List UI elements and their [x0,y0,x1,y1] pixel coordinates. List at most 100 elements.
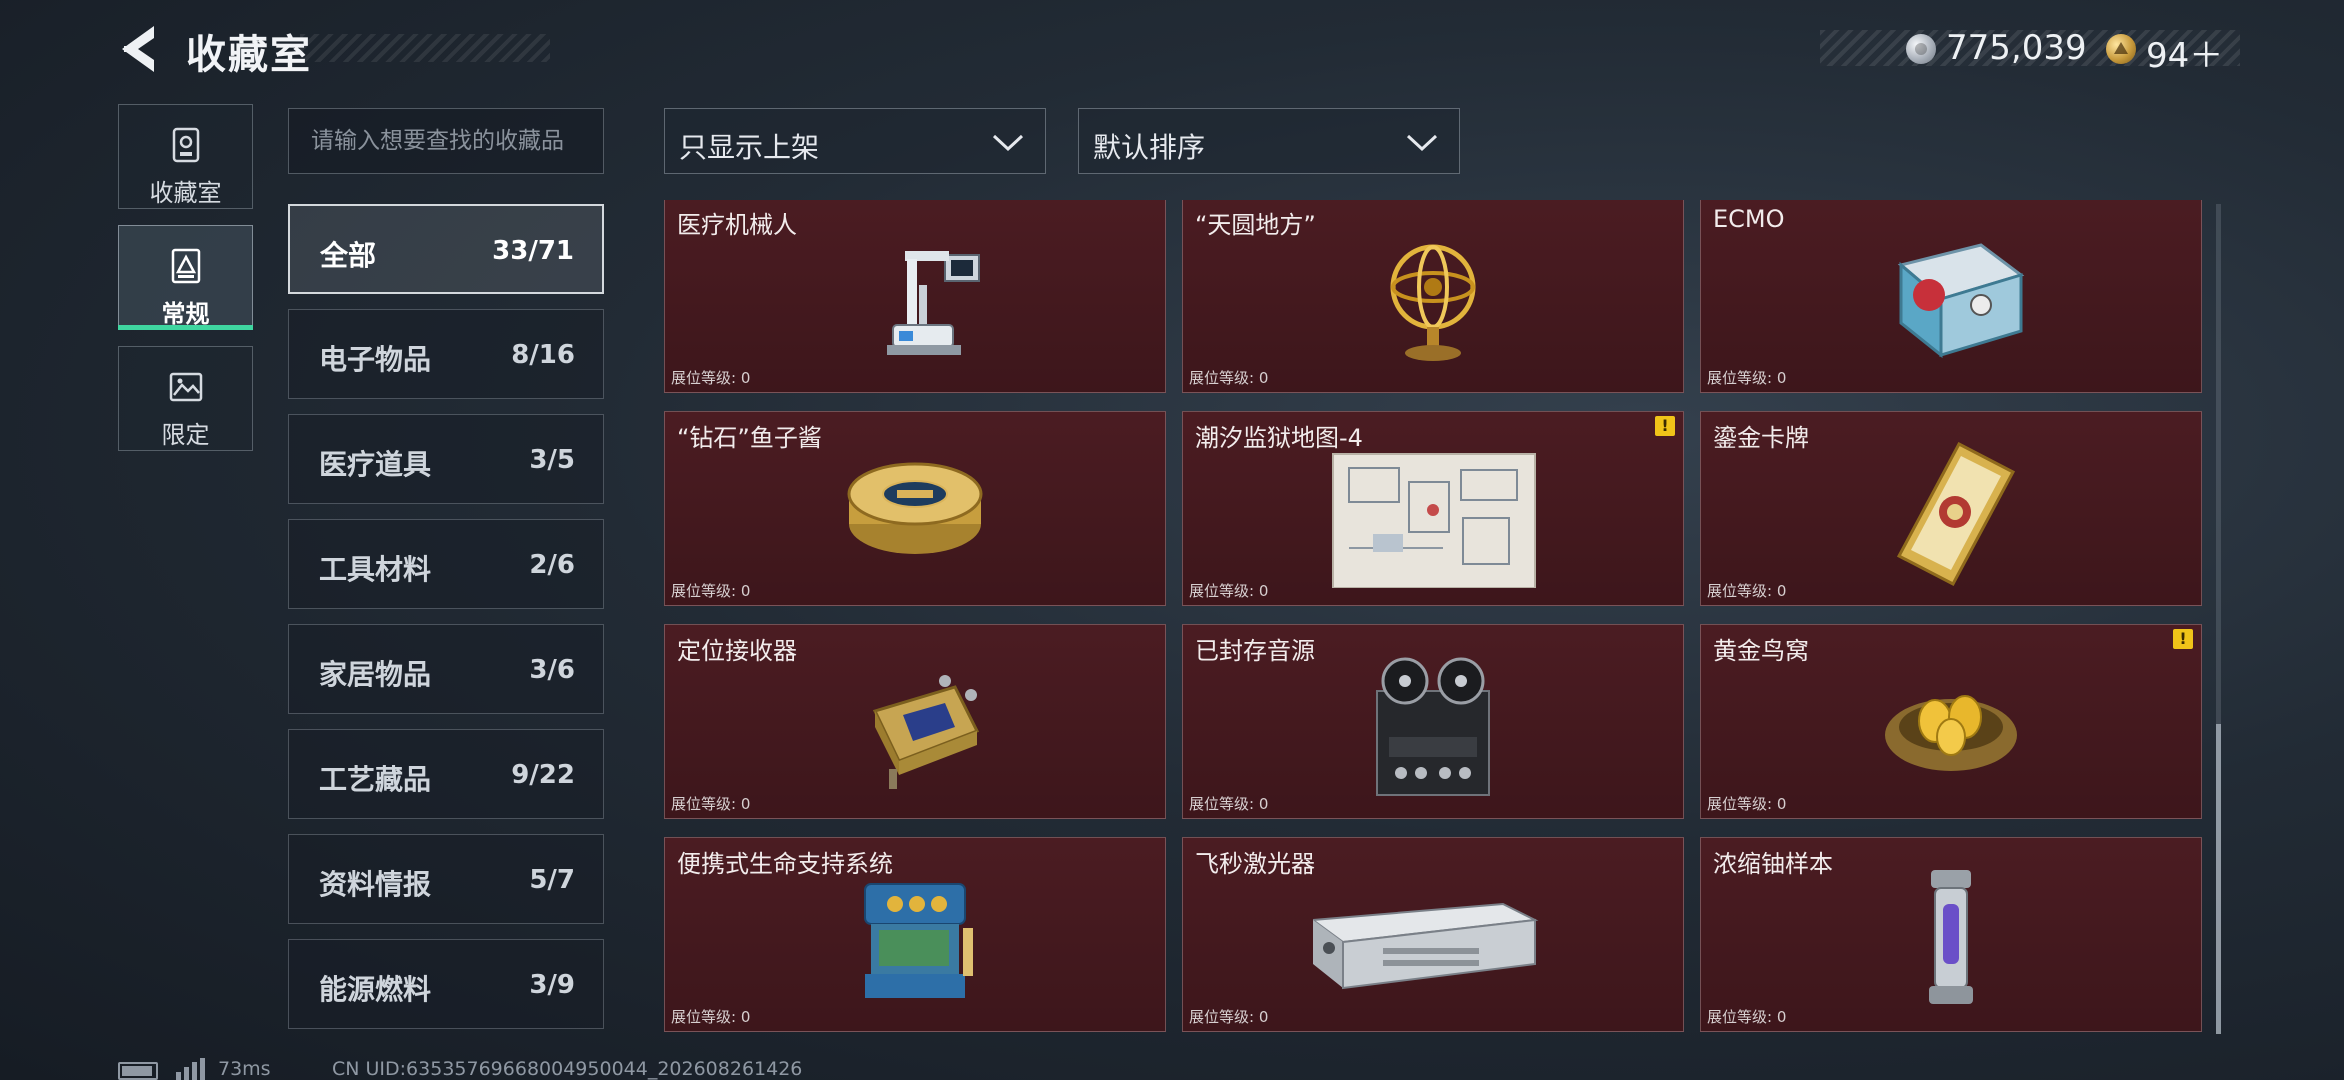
item-card-enriched-uranium[interactable]: 浓缩铀样本 展位等级: 0 [1700,837,2202,1032]
item-card-femtosecond-laser[interactable]: 飞秒激光器 展位等级: 0 [1182,837,1684,1032]
gold-coin-icon [2106,34,2136,64]
item-name: 浓缩铀样本 [1713,850,1833,878]
item-level: 展位等级: 0 [671,795,751,813]
armillary-sphere-icon [1390,244,1476,361]
tape-recorder-icon [1376,657,1490,796]
item-name: 鎏金卡牌 [1713,424,1809,452]
category-intel[interactable]: 资料情报 5/7 [288,834,604,924]
item-card-ecmo[interactable]: ECMO 展位等级: 0 [1700,200,2202,393]
silver-coin-icon [1906,34,1936,64]
item-name: 定位接收器 [677,637,797,665]
back-button[interactable] [116,22,166,76]
picture-icon [169,372,202,402]
page-title: 收藏室 [186,32,312,78]
item-card-caviar[interactable]: “钻石”鱼子酱 展位等级: 0 [664,411,1166,606]
category-count: 33/71 [492,236,574,266]
grid-scrollbar[interactable] [2216,204,2221,1034]
medical-robot-icon [887,251,980,355]
rail-label: 常规 [161,300,210,328]
rail-label: 限定 [161,421,210,449]
rail-item-limited[interactable]: 限定 [118,346,253,451]
item-name: 黄金鸟窝 [1713,637,1809,665]
category-label: 全部 [320,239,377,272]
item-level: 展位等级: 0 [1707,1008,1787,1026]
collection-screen: 收藏室 775,039 94＋ 收藏室 常规 限定 请输入想要查找的收藏品 全部… [0,0,2344,1080]
item-name: 已封存音源 [1195,637,1315,665]
search-input[interactable] [289,109,603,173]
map-icon [1332,453,1536,588]
item-level: 展位等级: 0 [1189,369,1269,387]
uranium-canister-icon [1929,870,1973,1004]
item-level: 展位等级: 0 [1189,795,1269,813]
category-household[interactable]: 家居物品 3/6 [288,624,604,714]
scroll-thumb[interactable] [2216,724,2221,1034]
gold-currency-amount[interactable]: 94＋ [2146,28,2223,77]
category-label: 工具材料 [319,553,432,586]
sort-dropdown[interactable]: 默认排序 [1078,108,1460,174]
category-all[interactable]: 全部 33/71 [288,204,604,294]
ecmo-machine-icon [1897,243,2025,359]
receiver-icon [872,675,980,789]
item-level: 展位等级: 0 [671,1008,751,1026]
item-level: 展位等级: 0 [1707,369,1787,387]
sort-dropdown-label: 默认排序 [1093,131,1206,164]
item-name: 飞秒激光器 [1195,850,1315,878]
item-level: 展位等级: 0 [1707,795,1787,813]
collection-icon [171,248,200,284]
battery-icon [118,1062,158,1080]
item-card-portable-life-support[interactable]: 便携式生命支持系统 展位等级: 0 [664,837,1166,1032]
filter-dropdown[interactable]: 只显示上架 [664,108,1046,174]
uid-text: CN UID:635357696680049500​44_20260826142… [332,1058,803,1080]
item-card-positioning-receiver[interactable]: 定位接收器 展位等级: 0 [664,624,1166,819]
filter-dropdown-label: 只显示上架 [679,131,820,164]
item-card-tide-prison-map[interactable]: 潮汐监狱地图-4 ! 展位等级: 0 [1182,411,1684,606]
category-energy[interactable]: 能源燃料 3/9 [288,939,604,1029]
category-count: 8/16 [511,340,575,370]
category-count: 9/22 [511,760,575,790]
rail-label: 收藏室 [149,179,222,207]
laser-device-icon [1313,902,1539,990]
alert-badge: ! [1655,416,1675,436]
rail-item-vault[interactable]: 收藏室 [118,104,253,209]
golden-nest-icon [1885,695,2017,771]
category-label: 家居物品 [319,658,432,691]
back-arrow-icon [122,26,154,72]
item-name: ECMO [1713,205,1785,233]
gold-card-icon [1896,441,2016,587]
item-card-golden-nest[interactable]: 黄金鸟窝 ! 展位等级: 0 [1700,624,2202,819]
category-crafts[interactable]: 工艺藏品 9/22 [288,729,604,819]
category-count: 3/6 [529,655,575,685]
chevron-down-icon [1406,134,1438,152]
rail-item-regular[interactable]: 常规 [118,225,253,330]
item-card-armillary-sphere[interactable]: “天圆地方” 展位等级: 0 [1182,200,1684,393]
title-decoration [300,34,550,62]
category-electronics[interactable]: 电子物品 8/16 [288,309,604,399]
category-tools[interactable]: 工具材料 2/6 [288,519,604,609]
item-card-gold-card[interactable]: 鎏金卡牌 展位等级: 0 [1700,411,2202,606]
header: 收藏室 775,039 94＋ [0,0,2344,100]
item-level: 展位等级: 0 [1707,582,1787,600]
ping-text: 73ms [218,1058,271,1080]
item-name: “天圆地方” [1195,211,1316,239]
category-label: 医疗道具 [319,448,432,481]
category-label: 能源燃料 [319,973,432,1006]
item-card-sealed-audio[interactable]: 已封存音源 展位等级: 0 [1182,624,1684,819]
item-level: 展位等级: 0 [671,582,751,600]
item-level: 展位等级: 0 [1189,1008,1269,1026]
life-support-icon [864,883,973,998]
item-card-medical-robot[interactable]: 医疗机械人 展位等级: 0 [664,200,1166,393]
category-label: 电子物品 [319,343,432,376]
alert-badge: ! [2173,629,2193,649]
vault-icon [172,127,199,163]
signal-icon [176,1058,205,1080]
category-label: 工艺藏品 [319,763,432,796]
caviar-tin-icon [847,462,983,554]
search-box[interactable] [288,108,604,174]
category-label: 资料情报 [319,868,432,901]
category-count: 5/7 [529,865,575,895]
category-count: 2/6 [529,550,575,580]
item-name: 医疗机械人 [677,211,797,239]
chevron-down-icon [992,134,1024,152]
category-medical[interactable]: 医疗道具 3/5 [288,414,604,504]
category-count: 3/9 [529,970,575,1000]
